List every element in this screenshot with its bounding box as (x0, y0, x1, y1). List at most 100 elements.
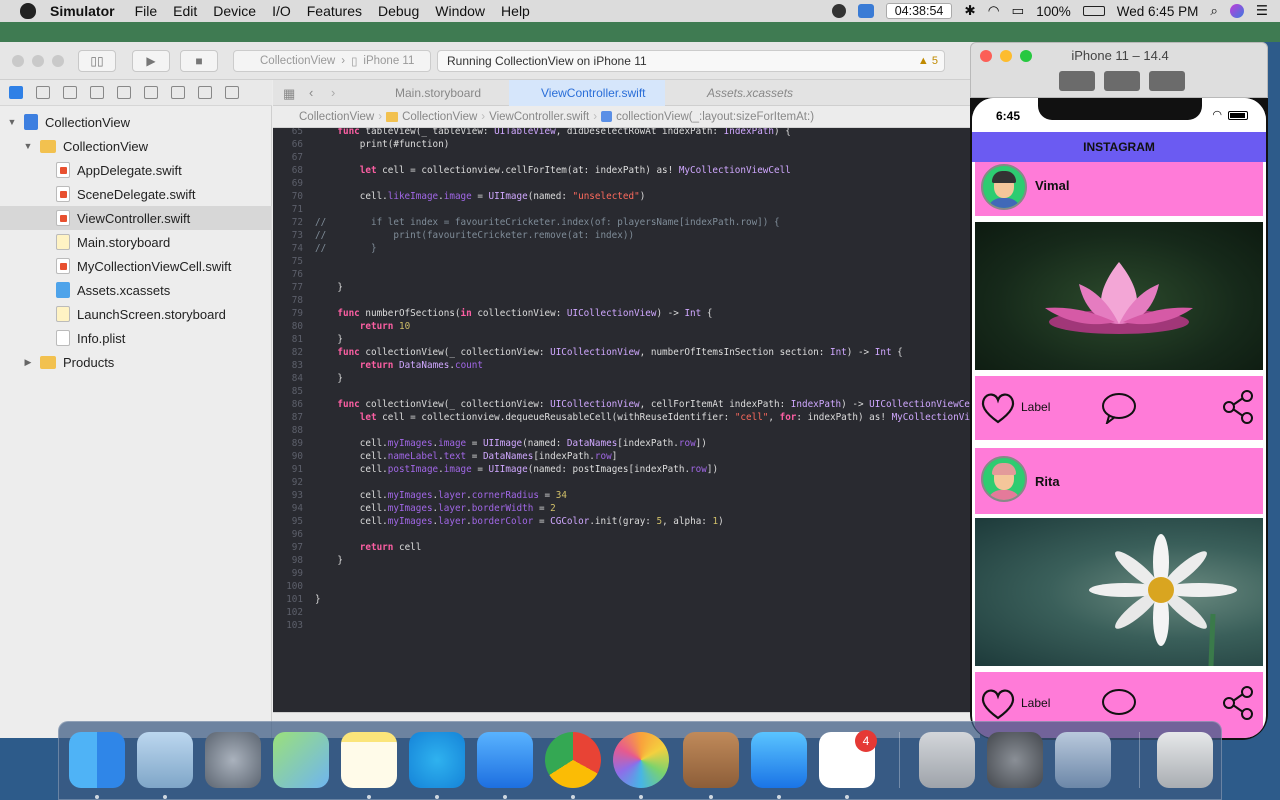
code-line[interactable]: 75 (273, 256, 315, 269)
code-line[interactable]: 79 func numberOfSections(in collectionVi… (273, 308, 713, 321)
code-line[interactable]: 68 let cell = collectionview.cellForItem… (273, 165, 791, 178)
tab-main-storyboard[interactable]: Main.storyboard (375, 80, 485, 106)
code-line[interactable]: 90 cell.nameLabel.text = DataNames[index… (273, 451, 618, 464)
window-close-button[interactable] (12, 55, 24, 67)
code-line[interactable]: 94 cell.myImages.layer.borderWidth = 2 (273, 503, 556, 516)
window-zoom-button[interactable] (52, 55, 64, 67)
code-line[interactable]: 83 return DataNames.count (273, 360, 483, 373)
contacts-icon[interactable] (683, 732, 739, 788)
disclosure-collapsed-icon[interactable]: ▶ (22, 357, 34, 368)
menu-io[interactable]: I/O (272, 3, 291, 19)
checkmark-icon[interactable] (831, 4, 846, 18)
navigator-item[interactable]: ViewController.swift (0, 206, 272, 230)
code-line[interactable]: 95 cell.myImages.layer.borderColor = CGC… (273, 516, 724, 529)
code-line[interactable]: 86 func collectionView(_ collectionView:… (273, 399, 976, 412)
rotate-button[interactable] (1149, 71, 1185, 91)
launchpad-icon[interactable] (205, 732, 261, 788)
code-line[interactable]: 74 // } (273, 243, 377, 256)
code-line[interactable]: 103 (273, 620, 315, 633)
code-line[interactable]: 77 } (273, 282, 343, 295)
menu-file[interactable]: File (135, 3, 158, 19)
code-line[interactable]: 80 return 10 (273, 321, 410, 334)
navigator-item[interactable]: ▶ Products (0, 350, 272, 374)
siri-icon[interactable] (1229, 4, 1244, 18)
battery-icon[interactable] (1082, 6, 1105, 16)
photos-icon[interactable] (613, 732, 669, 788)
code-line[interactable]: 84 } (273, 373, 343, 386)
source-editor[interactable]: 65 func tableView(_ tableView: UITableVi… (273, 128, 980, 712)
forward-arrow-icon[interactable]: › (331, 85, 335, 100)
toggle-navigator-button[interactable]: ▯▯ (78, 50, 116, 72)
activity-viewer[interactable]: Running CollectionView on iPhone 11 ▲ 5 (437, 50, 945, 72)
code-line[interactable]: 71 (273, 204, 315, 217)
report-navigator-icon[interactable] (225, 86, 239, 99)
bluetooth-icon[interactable]: ✱ (964, 3, 975, 19)
navigator-item[interactable]: MyCollectionViewCell.swift (0, 254, 272, 278)
code-line[interactable]: 85 (273, 386, 315, 399)
trash-icon[interactable] (1157, 732, 1213, 788)
airplay-icon[interactable]: ▭ (1011, 3, 1024, 19)
test-navigator-icon[interactable] (144, 86, 158, 99)
window-minimize-button[interactable] (32, 55, 44, 67)
code-line[interactable]: 98 } (273, 555, 343, 568)
finder-icon[interactable] (69, 732, 125, 788)
code-line[interactable]: 97 return cell (273, 542, 422, 555)
jumpbar-file[interactable]: ViewController.swift (489, 111, 589, 123)
post-header[interactable]: Rita (975, 448, 1263, 514)
find-navigator-icon[interactable] (90, 86, 104, 99)
jumpbar-symbol[interactable]: collectionView(_:layout:sizeForItemAt:) (616, 111, 814, 123)
debug-navigator-icon[interactable] (171, 86, 185, 99)
scheme-selector[interactable]: CollectionView › ▯ iPhone 11 (233, 50, 431, 72)
code-line[interactable]: 87 let cell = collectionview.dequeueReus… (273, 412, 976, 425)
navigator-item[interactable]: Main.storyboard (0, 230, 272, 254)
code-line[interactable]: 81 } (273, 334, 343, 347)
home-button[interactable] (1104, 71, 1140, 91)
preview-eagle-icon[interactable] (137, 732, 193, 788)
project-navigator-icon[interactable] (9, 86, 23, 99)
code-line[interactable]: 67 (273, 152, 315, 165)
spotlight-search-icon[interactable]: ⌕ (1210, 3, 1218, 19)
navigator-item[interactable]: Assets.xcassets (0, 278, 272, 302)
code-line[interactable]: 102 (273, 607, 315, 620)
app-store-icon[interactable] (751, 732, 807, 788)
code-line[interactable]: 91 cell.postImage.image = UIImage(named:… (273, 464, 718, 477)
maps-icon[interactable] (273, 732, 329, 788)
code-line[interactable]: 69 (273, 178, 315, 191)
code-line[interactable]: 78 (273, 295, 315, 308)
source-control-icon[interactable] (36, 86, 50, 99)
code-line[interactable]: 76 (273, 269, 315, 282)
battery-percent[interactable]: 100% (1036, 4, 1071, 19)
screen-recorder-icon[interactable] (857, 4, 874, 18)
chrome-icon[interactable] (545, 732, 601, 788)
code-line[interactable]: 65 func tableView(_ tableView: UITableVi… (273, 128, 791, 139)
tab-viewcontroller[interactable]: ViewController.swift (509, 80, 665, 106)
disclosure-expanded-icon[interactable]: ▼ (6, 117, 18, 127)
code-line[interactable]: 92 (273, 477, 315, 490)
menubar-clock[interactable]: 04:38:54 (885, 3, 953, 19)
code-line[interactable]: 88 (273, 425, 315, 438)
menubar-datetime[interactable]: Wed 6:45 PM (1117, 4, 1199, 19)
system-preferences-icon[interactable] (987, 732, 1043, 788)
run-button[interactable]: ▶ (132, 50, 170, 72)
code-line[interactable]: 66 print(#function) (273, 139, 450, 152)
grid-icon[interactable]: ▦ (283, 86, 295, 102)
comment-icon[interactable] (1101, 688, 1137, 720)
wifi-icon[interactable]: ◠ (988, 3, 1000, 19)
apple-menu-icon[interactable] (20, 3, 36, 19)
skype-icon[interactable] (409, 732, 465, 788)
menu-help[interactable]: Help (501, 3, 530, 19)
code-line[interactable]: 96 (273, 529, 315, 542)
code-line[interactable]: 89 cell.myImages.image = UIImage(named: … (273, 438, 707, 451)
control-center-icon[interactable]: ☰ (1256, 3, 1268, 19)
comment-icon[interactable] (1101, 392, 1137, 424)
code-line[interactable]: 100 (273, 581, 315, 594)
navigator-item[interactable]: AppDelegate.swift (0, 158, 272, 182)
share-icon[interactable] (1223, 390, 1255, 424)
issue-navigator-icon[interactable] (117, 86, 131, 99)
symbol-navigator-icon[interactable] (63, 86, 77, 99)
jumpbar-group[interactable]: CollectionView (402, 111, 477, 123)
navigator-item[interactable]: LaunchScreen.storyboard (0, 302, 272, 326)
screenshot-button[interactable] (1059, 71, 1095, 91)
navigator-item[interactable]: Info.plist (0, 326, 272, 350)
xcode-icon[interactable] (477, 732, 533, 788)
